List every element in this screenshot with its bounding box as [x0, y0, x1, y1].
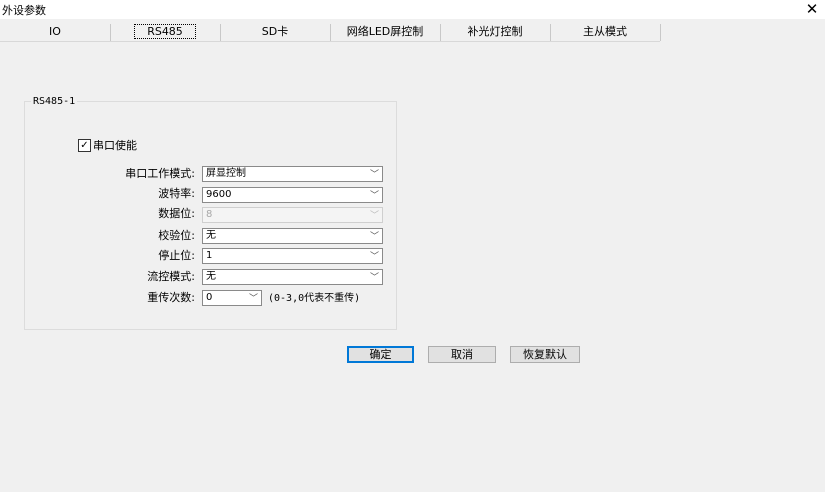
- work-mode-value: 屏显控制: [206, 168, 246, 179]
- flow-control-value: 无: [206, 271, 216, 282]
- tab-fill-light-label: 补光灯控制: [467, 25, 523, 38]
- stop-bits-value: 1: [206, 250, 213, 261]
- close-icon[interactable]: ✕: [805, 1, 819, 17]
- chevron-down-icon: ﹀: [369, 252, 379, 262]
- data-bits-select: 8 ﹀: [202, 207, 383, 223]
- restore-default-button[interactable]: 恢复默认: [510, 346, 580, 363]
- chevron-down-icon: ﹀: [369, 191, 379, 201]
- ok-button[interactable]: 确定: [347, 346, 414, 363]
- tab-sd-card-label: SD卡: [261, 25, 289, 38]
- flow-control-label: 流控模式:: [147, 270, 195, 283]
- retry-count-label: 重传次数:: [147, 291, 195, 304]
- parity-value: 无: [206, 230, 216, 241]
- parity-label: 校验位:: [158, 229, 195, 242]
- chevron-down-icon: ﹀: [369, 273, 379, 283]
- tab-underline: [0, 41, 660, 42]
- retry-count-hint: (0-3,0代表不重传): [268, 293, 361, 304]
- chevron-down-icon: ﹀: [369, 170, 379, 180]
- parity-select[interactable]: 无 ﹀: [202, 228, 383, 244]
- chevron-down-icon: ﹀: [369, 211, 379, 221]
- flow-control-select[interactable]: 无 ﹀: [202, 269, 383, 285]
- tab-network-led-label: 网络LED屏控制: [346, 25, 424, 38]
- tab-fill-light[interactable]: 补光灯控制: [440, 24, 550, 40]
- chevron-down-icon: ﹀: [248, 294, 258, 304]
- data-bits-value: 8: [206, 209, 213, 220]
- work-mode-label: 串口工作模式:: [125, 167, 195, 180]
- retry-count-select[interactable]: 0 ﹀: [202, 290, 262, 306]
- tab-io[interactable]: IO: [0, 24, 110, 40]
- serial-enable-checkbox[interactable]: ✓: [78, 138, 91, 152]
- group-title: RS485-1: [31, 96, 78, 107]
- retry-count-value: 0: [206, 292, 213, 303]
- stop-bits-select[interactable]: 1 ﹀: [202, 248, 383, 264]
- tab-rs485-label: RS485: [134, 24, 196, 39]
- serial-enable-row[interactable]: ✓ 串口使能: [78, 138, 137, 152]
- tab-rs485[interactable]: RS485: [110, 24, 220, 40]
- work-mode-select[interactable]: 屏显控制 ﹀: [202, 166, 383, 182]
- window-title: 外设参数: [2, 4, 46, 17]
- baud-rate-label: 波特率:: [158, 187, 195, 200]
- stop-bits-label: 停止位:: [158, 249, 195, 262]
- baud-rate-value: 9600: [206, 189, 232, 200]
- tab-separator: [660, 24, 661, 41]
- tab-master-slave-label: 主从模式: [583, 25, 627, 38]
- cancel-button[interactable]: 取消: [428, 346, 496, 363]
- serial-enable-label: 串口使能: [93, 139, 137, 152]
- tab-sd-card[interactable]: SD卡: [220, 24, 330, 40]
- tab-bar: IO RS485 SD卡 网络LED屏控制 补光灯控制 主从模式: [0, 22, 825, 42]
- tab-master-slave[interactable]: 主从模式: [550, 24, 660, 40]
- tab-io-label: IO: [49, 25, 61, 38]
- tab-network-led[interactable]: 网络LED屏控制: [330, 24, 440, 40]
- data-bits-label: 数据位:: [158, 207, 195, 220]
- baud-rate-select[interactable]: 9600 ﹀: [202, 187, 383, 203]
- title-bar: 外设参数 ✕: [0, 0, 825, 19]
- chevron-down-icon: ﹀: [369, 232, 379, 242]
